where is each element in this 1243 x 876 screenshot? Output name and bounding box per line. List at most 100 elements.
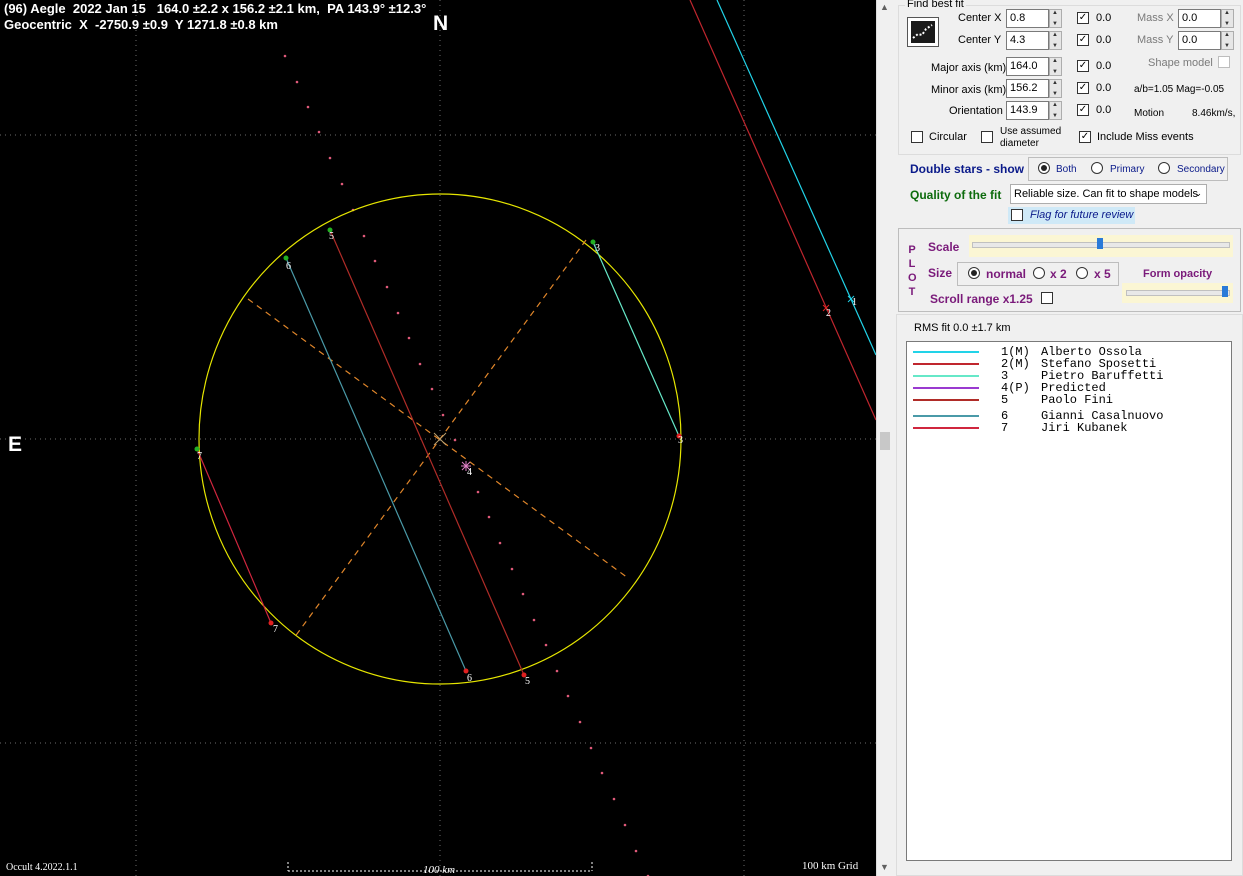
major-axis-input[interactable]: 164.0 (1006, 57, 1049, 76)
mass-x-stepper[interactable] (1221, 9, 1234, 28)
minor-axis-weight: 0.0 (1096, 82, 1112, 94)
shape-model-label: Shape model (1148, 57, 1213, 69)
axis-ratio-text: a/b=1.05 Mag=-0.05 (1134, 84, 1225, 95)
major-axis-weight: 0.0 (1096, 60, 1112, 72)
chord-5-line (329, 229, 525, 676)
size-normal-label: normal (986, 267, 1027, 281)
scroll-range-label: Scroll range x1.25 (930, 292, 1033, 306)
center-x-weight: 0.0 (1096, 12, 1112, 24)
major-axis-checkbox[interactable]: ✓ (1077, 60, 1089, 72)
center-y-label: Center Y (958, 34, 1002, 46)
scroll-range-checkbox[interactable] (1041, 292, 1053, 304)
legend-swatch (913, 415, 979, 417)
major-axis-stepper[interactable] (1049, 57, 1062, 76)
legend-swatch (913, 363, 979, 365)
scroll-down-icon[interactable]: ▼ (880, 862, 889, 872)
flag-review-label: Flag for future review (1030, 209, 1134, 221)
control-panel: Find best fit Center X 0.8 ✓ 0.0 Mass X … (894, 0, 1243, 876)
asteroid-profile-plot[interactable]: (96) Aegle 2022 Jan 15 164.0 ±2.2 x 156.… (0, 0, 876, 876)
scale-slider[interactable] (969, 235, 1233, 257)
form-opacity-label: Form opacity (1143, 268, 1213, 280)
orientation-stepper[interactable] (1049, 101, 1062, 120)
orientation-weight: 0.0 (1096, 104, 1112, 116)
find-best-fit-button[interactable] (907, 17, 939, 47)
size-x2-label: x 2 (1050, 267, 1067, 281)
plot-canvas (0, 0, 876, 876)
mass-y-stepper[interactable] (1221, 31, 1234, 50)
plot-scrollbar[interactable]: ▲ ▼ (876, 0, 894, 876)
mass-x-label: Mass X (1137, 12, 1174, 24)
legend-swatch (913, 387, 979, 389)
quality-select[interactable]: Reliable size. Can fit to shape models ⌄ (1010, 184, 1207, 204)
double-both-radio[interactable] (1038, 162, 1050, 174)
shape-model-checkbox[interactable] (1218, 56, 1230, 68)
double-secondary-label: Secondary (1177, 164, 1225, 175)
double-stars-label: Double stars - show (910, 162, 1025, 176)
major-axis-label: Major axis (km) (931, 62, 1007, 74)
mass-y-input[interactable]: 0.0 (1178, 31, 1221, 50)
flag-review-checkbox[interactable] (1011, 209, 1023, 221)
size-x2-radio[interactable] (1033, 267, 1045, 279)
center-x-checkbox[interactable]: ✓ (1077, 12, 1089, 24)
opacity-slider[interactable] (1122, 283, 1233, 303)
size-normal-radio[interactable] (968, 267, 980, 279)
scale-slider-thumb[interactable] (1097, 238, 1103, 249)
observer-legend: 1(M) Alberto Ossola 2(M) Stefano Sposett… (906, 341, 1232, 861)
grid-label: 100 km Grid (802, 860, 859, 872)
circular-checkbox[interactable] (911, 131, 923, 143)
chord-number: 7 (273, 624, 278, 635)
north-label: N (433, 12, 449, 35)
chord-number: 3 (595, 243, 600, 254)
center-y-weight: 0.0 (1096, 34, 1112, 46)
include-miss-checkbox[interactable]: ✓ (1079, 131, 1091, 143)
assumed-diameter-checkbox[interactable] (981, 131, 993, 143)
center-y-checkbox[interactable]: ✓ (1077, 34, 1089, 46)
chord-number: 7 (197, 451, 202, 462)
quality-value: Reliable size. Can fit to shape models (1014, 188, 1199, 200)
chord-number: 6 (467, 673, 472, 684)
center-y-input[interactable]: 4.3 (1006, 31, 1049, 50)
size-x5-radio[interactable] (1076, 267, 1088, 279)
legend-swatch (913, 351, 979, 353)
chord-number: 6 (286, 261, 291, 272)
opacity-slider-track (1126, 290, 1230, 296)
quality-label: Quality of the fit (910, 188, 1002, 202)
orientation-label: Orientation (949, 105, 1003, 117)
minor-axis-stepper[interactable] (1049, 79, 1062, 98)
double-primary-label: Primary (1110, 164, 1145, 175)
legend-name: Jiri Kubanek (1041, 421, 1128, 435)
center-x-input[interactable]: 0.8 (1006, 9, 1049, 28)
chord-6-line (285, 257, 467, 672)
opacity-slider-thumb[interactable] (1222, 286, 1228, 297)
circular-label: Circular (929, 131, 967, 143)
orientation-input[interactable]: 143.9 (1006, 101, 1049, 120)
scroll-thumb[interactable] (880, 432, 890, 450)
double-secondary-radio[interactable] (1158, 162, 1170, 174)
minor-axis-checkbox[interactable]: ✓ (1077, 82, 1089, 94)
east-label: E (8, 433, 23, 456)
legend-swatch (913, 427, 979, 429)
mass-x-input[interactable]: 0.0 (1178, 9, 1221, 28)
chord-2-line (689, 0, 876, 421)
chord-7-line (196, 448, 272, 624)
chord-number: 3 (678, 435, 683, 446)
scale-bar-label: 100 km (423, 864, 456, 876)
chord-number: 2 (826, 308, 831, 319)
fit-chart-icon (911, 21, 935, 43)
center-x-stepper[interactable] (1049, 9, 1062, 28)
include-miss-label: Include Miss events (1097, 131, 1194, 143)
size-x5-label: x 5 (1094, 267, 1111, 281)
legend-number: 5 (1001, 393, 1009, 407)
motion-label: Motion (1134, 108, 1165, 119)
orientation-checkbox[interactable]: ✓ (1077, 104, 1089, 116)
size-label: Size (928, 266, 953, 280)
event-title: (96) Aegle 2022 Jan 15 164.0 ±2.2 x 156.… (4, 1, 427, 16)
scroll-up-icon[interactable]: ▲ (880, 2, 889, 12)
center-y-stepper[interactable] (1049, 31, 1062, 50)
motion-value: 8.46km/s, (1192, 108, 1236, 119)
chord-number: 4 (467, 467, 472, 478)
minor-axis-input[interactable]: 156.2 (1006, 79, 1049, 98)
double-primary-radio[interactable] (1091, 162, 1103, 174)
best-fit-title: Find best fit (905, 0, 966, 10)
rms-fit-label: RMS fit 0.0 ±1.7 km (914, 322, 1011, 334)
